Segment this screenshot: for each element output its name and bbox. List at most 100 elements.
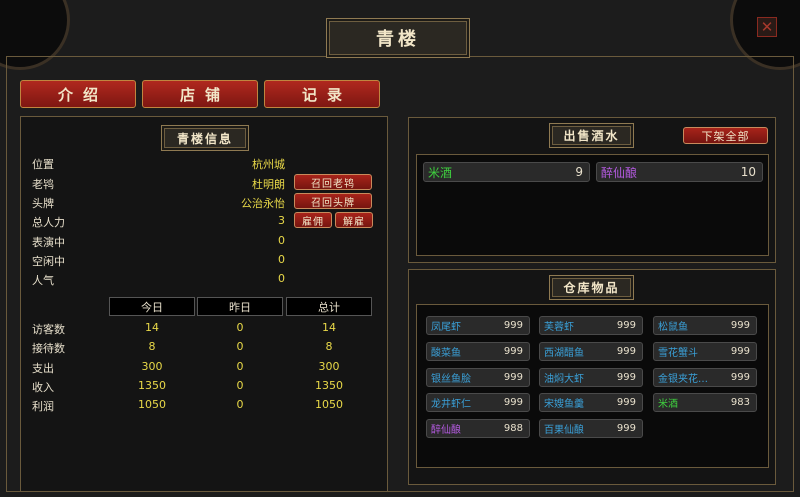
stat-profit-yesterday: 0 — [236, 398, 244, 411]
stat-profit-today: 1050 — [138, 398, 166, 411]
storage-item[interactable]: 醉仙酿 988 — [426, 419, 530, 438]
label-top-courtesan: 头牌 — [32, 197, 54, 210]
storage-item[interactable]: 金银夹花… 999 — [653, 368, 757, 387]
wine-item[interactable]: 米酒 9 — [423, 162, 590, 182]
stat-label-served: 接待数 — [32, 342, 65, 355]
wine-item-name: 醉仙酿 — [601, 165, 638, 180]
storage-item-name: 金银夹花… — [658, 374, 708, 385]
stat-visitors-today: 14 — [145, 321, 159, 334]
label-manpower: 总人力 — [32, 216, 65, 229]
storage-item-count: 999 — [730, 372, 750, 383]
storage-item-name: 凤尾虾 — [431, 322, 461, 333]
storage-item-name: 宋嫂鱼羹 — [544, 399, 584, 410]
wine-item-count: 10 — [740, 165, 756, 179]
wine-item[interactable]: 醉仙酿 10 — [596, 162, 763, 182]
storage-item-count: 999 — [730, 320, 750, 331]
value-idle: 0 — [278, 253, 285, 266]
stat-income-yesterday: 0 — [236, 379, 244, 392]
label-popularity: 人气 — [32, 274, 54, 287]
stat-expense-today: 300 — [141, 360, 163, 373]
wine-heading: 出售酒水 — [549, 123, 634, 148]
storage-item[interactable]: 米酒 983 — [653, 393, 757, 412]
corner-ornament-left — [0, 0, 70, 70]
label-madam: 老鸨 — [32, 178, 54, 191]
storage-item-count: 999 — [616, 320, 636, 331]
storage-item-count: 999 — [730, 346, 750, 357]
label-performing: 表演中 — [32, 236, 65, 249]
storage-item-name: 醉仙酿 — [431, 425, 461, 436]
storage-item-name: 百果仙酿 — [544, 425, 584, 436]
stat-expense-yesterday: 0 — [236, 360, 244, 373]
stat-header-today: 今日 — [109, 297, 195, 316]
stat-profit-total: 1050 — [315, 398, 343, 411]
stat-income-today: 1350 — [138, 379, 166, 392]
storage-item-name: 油焖大虾 — [544, 374, 584, 385]
storage-item-name: 芙蓉虾 — [544, 322, 574, 333]
storage-item-count: 983 — [730, 397, 750, 408]
storage-item-name: 雪花蟹斗 — [658, 348, 698, 359]
storage-item[interactable]: 酸菜鱼 999 — [426, 342, 530, 361]
storage-item-count: 999 — [616, 397, 636, 408]
stat-served-total: 8 — [325, 340, 333, 353]
stat-served-yesterday: 0 — [236, 340, 244, 353]
storage-item-count: 999 — [503, 320, 523, 331]
label-idle: 空闲中 — [32, 255, 65, 268]
storage-item-count: 999 — [616, 346, 636, 357]
storage-item-name: 米酒 — [658, 399, 678, 410]
storage-item[interactable]: 西湖醋鱼 999 — [539, 342, 643, 361]
storage-item[interactable]: 芙蓉虾 999 — [539, 316, 643, 335]
storage-item-name: 银丝鱼脍 — [431, 374, 471, 385]
storage-item-name: 酸菜鱼 — [431, 348, 461, 359]
storage-item[interactable]: 松鼠鱼 999 — [653, 316, 757, 335]
tab-shop[interactable]: 店铺 — [142, 80, 258, 108]
value-manpower: 3 — [278, 214, 285, 227]
tab-intro[interactable]: 介绍 — [20, 80, 136, 108]
stat-label-profit: 利润 — [32, 400, 54, 413]
fire-button[interactable]: 解雇 — [335, 212, 373, 228]
stat-expense-total: 300 — [318, 360, 340, 373]
storage-item[interactable]: 百果仙酿 999 — [539, 419, 643, 438]
storage-item[interactable]: 银丝鱼脍 999 — [426, 368, 530, 387]
storage-item-name: 松鼠鱼 — [658, 322, 688, 333]
storage-item-name: 龙井虾仁 — [431, 399, 471, 410]
value-popularity: 0 — [278, 272, 285, 285]
storage-item-count: 999 — [503, 346, 523, 357]
value-location: 杭州城 — [252, 158, 285, 171]
stat-label-expense: 支出 — [32, 362, 54, 375]
stat-income-total: 1350 — [315, 379, 343, 392]
wine-item-count: 9 — [575, 165, 583, 179]
tab-records[interactable]: 记录 — [264, 80, 380, 108]
window-title: 青楼 — [326, 18, 470, 58]
storage-item[interactable]: 龙井虾仁 999 — [426, 393, 530, 412]
stat-label-visitors: 访客数 — [32, 323, 65, 336]
value-performing: 0 — [278, 234, 285, 247]
storage-item[interactable]: 油焖大虾 999 — [539, 368, 643, 387]
wine-item-name: 米酒 — [428, 165, 453, 180]
info-heading: 青楼信息 — [161, 125, 249, 151]
window-frame: 青楼 ✕ 介绍 店铺 记录 青楼信息 位置 杭州城 老鸨 杜明朗 召回老鸨 头牌… — [0, 0, 800, 497]
storage-item[interactable]: 凤尾虾 999 — [426, 316, 530, 335]
value-madam: 杜明朗 — [252, 178, 285, 191]
storage-item[interactable]: 宋嫂鱼羹 999 — [539, 393, 643, 412]
hire-button[interactable]: 雇佣 — [294, 212, 332, 228]
value-top-courtesan: 公治永怡 — [241, 197, 285, 210]
storage-item-count: 999 — [616, 423, 636, 434]
stat-label-income: 收入 — [32, 381, 54, 394]
recall-top-button[interactable]: 召回头牌 — [294, 193, 372, 209]
stat-header-total: 总计 — [286, 297, 372, 316]
stat-visitors-yesterday: 0 — [236, 321, 244, 334]
recall-madam-button[interactable]: 召回老鸨 — [294, 174, 372, 190]
stat-header-yesterday: 昨日 — [197, 297, 283, 316]
label-location: 位置 — [32, 158, 54, 171]
storage-item-count: 999 — [503, 397, 523, 408]
close-icon[interactable]: ✕ — [757, 17, 777, 37]
storage-item-count: 999 — [616, 372, 636, 383]
storage-item-count: 988 — [503, 423, 523, 434]
stat-visitors-total: 14 — [322, 321, 336, 334]
storage-heading: 仓库物品 — [549, 275, 634, 300]
storage-item-count: 999 — [503, 372, 523, 383]
remove-all-button[interactable]: 下架全部 — [683, 127, 768, 144]
stat-served-today: 8 — [148, 340, 156, 353]
storage-item-name: 西湖醋鱼 — [544, 348, 584, 359]
storage-item[interactable]: 雪花蟹斗 999 — [653, 342, 757, 361]
